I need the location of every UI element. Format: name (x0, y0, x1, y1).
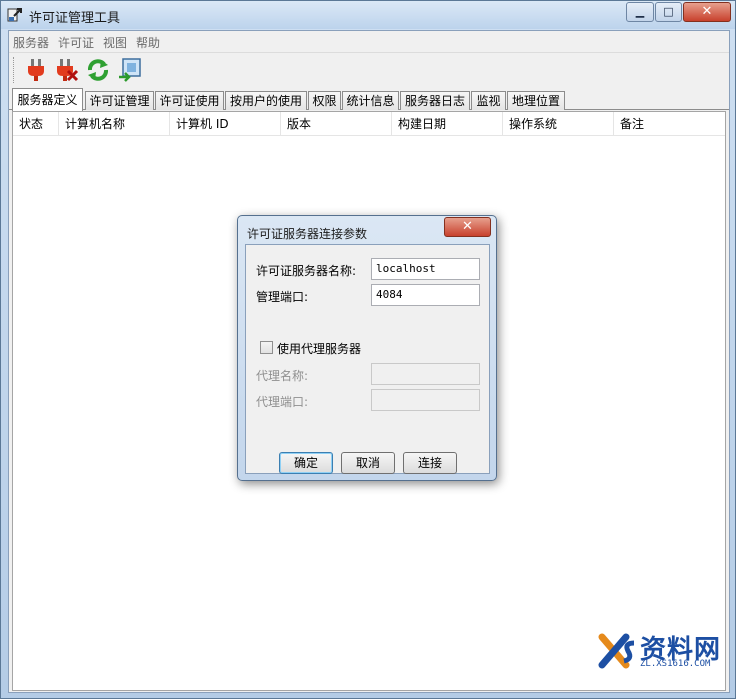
menu-bar: 服务器 许可证 视图 帮助 (9, 31, 729, 51)
ok-button[interactable]: 确定 (279, 452, 333, 474)
watermark-url: ZL.XS1616.COM (640, 659, 711, 669)
license-tool-icon (7, 8, 22, 22)
port-label: 管理端口: (256, 290, 309, 304)
column-version[interactable]: 版本 (281, 112, 392, 136)
close-button[interactable]: ✕ (683, 2, 731, 22)
dialog-title: 许可证服务器连接参数 (247, 227, 368, 241)
title-bar[interactable]: 许可证管理工具 ▁ □ ✕ (1, 1, 735, 29)
tab-statistics[interactable]: 统计信息 (342, 91, 399, 110)
list-header: 状态 计算机名称 计算机 ID 版本 构建日期 操作系统 备注 (13, 112, 725, 136)
tab-server-definition[interactable]: 服务器定义 (12, 88, 83, 111)
menu-view[interactable]: 视图 (103, 34, 127, 51)
column-os[interactable]: 操作系统 (503, 112, 614, 136)
column-status[interactable]: 状态 (13, 112, 59, 136)
menu-license[interactable]: 许可证 (58, 34, 94, 51)
tab-license-usage[interactable]: 许可证使用 (155, 91, 224, 110)
cancel-button[interactable]: 取消 (341, 452, 395, 474)
tab-strip: 服务器定义 许可证管理 许可证使用 按用户的使用 权限 统计信息 服务器日志 监… (9, 88, 729, 111)
column-notes[interactable]: 备注 (614, 112, 725, 136)
refresh-icon[interactable] (85, 57, 111, 83)
column-computer-id[interactable]: 计算机 ID (170, 112, 281, 136)
xs-logo-icon (598, 633, 635, 669)
tab-license-management[interactable]: 许可证管理 (85, 91, 154, 110)
server-name-input[interactable]: localhost (371, 258, 480, 280)
tab-monitor[interactable]: 监视 (471, 91, 506, 110)
tab-server-log[interactable]: 服务器日志 (400, 91, 470, 110)
watermark: 资料网 ZL.XS1616.COM (596, 629, 722, 673)
toolbar (9, 52, 729, 86)
dialog-body: 许可证服务器名称: localhost 管理端口: 4084 使用代理服务器 代… (245, 244, 490, 474)
tab-geolocation[interactable]: 地理位置 (507, 91, 565, 110)
proxy-name-label: 代理名称: (256, 369, 309, 383)
minimize-button[interactable]: ▁ (626, 2, 654, 22)
connection-dialog: 许可证服务器连接参数 ✕ 许可证服务器名称: localhost 管理端口: 4… (237, 215, 497, 481)
port-input[interactable]: 4084 (371, 284, 480, 306)
window-title: 许可证管理工具 (29, 11, 121, 26)
plug-disconnect-icon[interactable] (53, 57, 79, 83)
column-build-date[interactable]: 构建日期 (392, 112, 503, 136)
tab-permissions[interactable]: 权限 (308, 91, 341, 110)
proxy-port-input[interactable] (371, 389, 480, 411)
column-computer-name[interactable]: 计算机名称 (59, 112, 170, 136)
plug-connect-icon[interactable] (23, 57, 49, 83)
dialog-close-button[interactable]: ✕ (444, 217, 491, 237)
proxy-checkbox[interactable] (260, 341, 273, 354)
menu-server[interactable]: 服务器 (13, 34, 49, 51)
export-icon[interactable] (117, 57, 143, 83)
proxy-port-label: 代理端口: (256, 395, 309, 409)
proxy-checkbox-label[interactable]: 使用代理服务器 (277, 340, 361, 357)
server-name-label: 许可证服务器名称: (256, 264, 357, 278)
proxy-name-input[interactable] (371, 363, 480, 385)
tab-usage-by-user[interactable]: 按用户的使用 (225, 91, 307, 110)
maximize-button[interactable]: □ (655, 2, 682, 22)
toolbar-grip (13, 57, 16, 83)
menu-help[interactable]: 帮助 (136, 34, 160, 51)
connect-button[interactable]: 连接 (403, 452, 457, 474)
